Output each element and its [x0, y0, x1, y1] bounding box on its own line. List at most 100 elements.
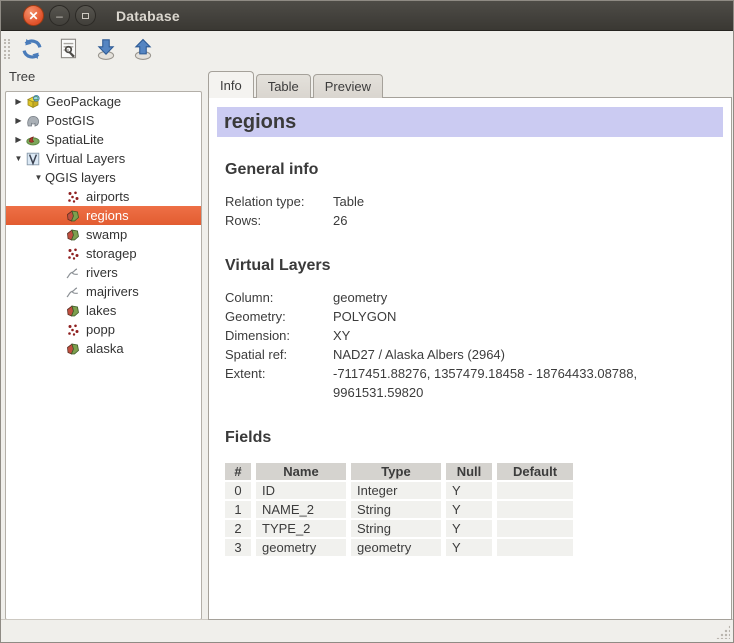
tab-table[interactable]: Table	[256, 74, 311, 98]
point-layer-icon	[65, 189, 81, 205]
fields-table-cell: Y	[446, 520, 492, 537]
tree-item-label: swamp	[86, 227, 127, 242]
tab-preview[interactable]: Preview	[313, 74, 383, 98]
fields-column-header: Default	[497, 463, 573, 480]
info-row-value: -7117451.88276, 1357479.18458 - 18764433…	[333, 364, 675, 402]
refresh-icon	[19, 36, 45, 62]
fields-table-cell: 3	[225, 539, 251, 556]
tree-item-virtual-layers[interactable]: ▼ Virtual Layers	[6, 149, 201, 168]
point-layer-icon	[65, 246, 81, 262]
tree-item-airports[interactable]: airports	[6, 187, 201, 206]
fields-table-cell	[497, 520, 573, 537]
tree-item-storagep[interactable]: storagep	[6, 244, 201, 263]
tree-item-label: popp	[86, 322, 115, 337]
info-row-label: Spatial ref:	[225, 345, 333, 364]
tree-item-label: airports	[86, 189, 129, 204]
minimize-button[interactable]: –	[49, 5, 70, 26]
status-bar	[1, 619, 733, 642]
info-row: Dimension:XY	[225, 326, 723, 345]
table-name-banner: regions	[217, 107, 723, 137]
fields-table-cell: ID	[256, 482, 346, 499]
sql-window-button[interactable]	[54, 34, 84, 64]
point-layer-icon	[65, 322, 81, 338]
tree-item-label: lakes	[86, 303, 116, 318]
maximize-button[interactable]	[75, 5, 96, 26]
fields-column-header: Null	[446, 463, 492, 480]
info-row-value: XY	[333, 326, 675, 345]
refresh-button[interactable]	[17, 34, 47, 64]
info-row-value: 26	[333, 211, 675, 230]
info-row-label: Dimension:	[225, 326, 333, 345]
expand-arrow-icon[interactable]: ▶	[12, 97, 25, 106]
tree-panel: ▶ GeoPackage▶ PostGIS▶ SpatiaLite▼ Virtu…	[5, 91, 202, 620]
fields-table-cell: Y	[446, 539, 492, 556]
geopackage-icon	[25, 94, 41, 110]
tree-item-label: SpatiaLite	[46, 132, 104, 147]
info-row-label: Rows:	[225, 211, 333, 230]
info-row-value: POLYGON	[333, 307, 675, 326]
tab-info[interactable]: Info	[208, 71, 254, 98]
tree-item-postgis[interactable]: ▶ PostGIS	[6, 111, 201, 130]
tree: ▶ GeoPackage▶ PostGIS▶ SpatiaLite▼ Virtu…	[6, 92, 201, 358]
fields-table-cell: Y	[446, 501, 492, 518]
tree-item-label: Virtual Layers	[46, 151, 125, 166]
info-pane: regions General info Relation type:Table…	[208, 97, 732, 620]
tree-item-geopackage[interactable]: ▶ GeoPackage	[6, 92, 201, 111]
close-icon: ✕	[28, 10, 38, 22]
fields-column-header: #	[225, 463, 251, 480]
info-row-value: Table	[333, 192, 675, 211]
info-row-label: Geometry:	[225, 307, 333, 326]
tree-item-swamp[interactable]: swamp	[6, 225, 201, 244]
table-name-title: regions	[224, 111, 296, 134]
info-row-value: geometry	[333, 288, 675, 307]
tree-item-label: storagep	[86, 246, 137, 261]
fields-table-header-row: #NameTypeNullDefault	[225, 463, 573, 480]
fields-table-cell: geometry	[351, 539, 441, 556]
tree-item-label: rivers	[86, 265, 118, 280]
info-row: Spatial ref:NAD27 / Alaska Albers (2964)	[225, 345, 723, 364]
tree-item-qgis-layers[interactable]: ▼QGIS layers	[6, 168, 201, 187]
tree-item-popp[interactable]: popp	[6, 320, 201, 339]
tree-item-lakes[interactable]: lakes	[6, 301, 201, 320]
info-row-value: NAD27 / Alaska Albers (2964)	[333, 345, 675, 364]
fields-table: #NameTypeNullDefault 0IDIntegerY 1NAME_2…	[220, 461, 578, 558]
toolbar	[1, 31, 733, 67]
expand-arrow-icon[interactable]: ▶	[12, 116, 25, 125]
virtual-layers-rows: Column:geometryGeometry:POLYGONDimension…	[225, 288, 723, 402]
tree-item-spatialite[interactable]: ▶ SpatiaLite	[6, 130, 201, 149]
tree-panel-label: Tree	[9, 69, 35, 84]
info-row: Column:geometry	[225, 288, 723, 307]
collapse-arrow-icon[interactable]: ▼	[32, 173, 45, 182]
export-layer-button[interactable]	[128, 34, 158, 64]
fields-table-cell	[497, 501, 573, 518]
tree-item-label: majrivers	[86, 284, 139, 299]
resize-grip-icon[interactable]	[716, 625, 730, 639]
tree-item-rivers[interactable]: rivers	[6, 263, 201, 282]
collapse-arrow-icon[interactable]: ▼	[12, 154, 25, 163]
database-window: ✕ – Database Tree ▶ GeoPackage▶ PostGIS▶…	[0, 0, 734, 643]
polygon-layer-icon	[65, 341, 81, 357]
tree-item-label: QGIS layers	[45, 170, 116, 185]
fields-table-cell: NAME_2	[256, 501, 346, 518]
tree-item-alaska[interactable]: alaska	[6, 339, 201, 358]
info-row: Relation type:Table	[225, 192, 723, 211]
fields-table-cell	[497, 539, 573, 556]
titlebar[interactable]: ✕ – Database	[1, 1, 733, 31]
fields-table-row: 0IDIntegerY	[225, 482, 573, 499]
polygon-layer-icon	[65, 303, 81, 319]
export-icon	[130, 36, 156, 62]
close-button[interactable]: ✕	[23, 5, 44, 26]
tree-item-regions[interactable]: regions	[6, 206, 201, 225]
virtual-layers-icon	[25, 151, 41, 167]
fields-table-cell: String	[351, 520, 441, 537]
expand-arrow-icon[interactable]: ▶	[12, 135, 25, 144]
postgis-icon	[25, 113, 41, 129]
polygon-layer-icon	[65, 208, 81, 224]
tree-item-majrivers[interactable]: majrivers	[6, 282, 201, 301]
import-layer-button[interactable]	[91, 34, 121, 64]
fields-table-cell: Y	[446, 482, 492, 499]
fields-heading: Fields	[225, 429, 723, 447]
fields-column-header: Type	[351, 463, 441, 480]
info-row-label: Extent:	[225, 364, 333, 402]
fields-table-cell: String	[351, 501, 441, 518]
